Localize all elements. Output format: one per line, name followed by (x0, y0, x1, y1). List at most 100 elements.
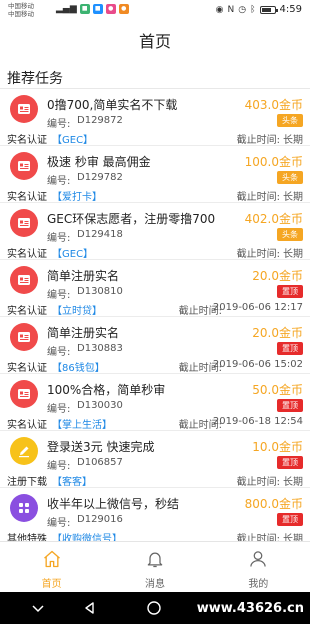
task-title: 0撸700,简单实名不下载 (47, 98, 178, 112)
task-title: 简单注册实名 (47, 326, 120, 340)
status-bar: 中国移动 中国移动 ▂▄▆ ■ ■ ● ● ◉ N ◷ ᛒ 4:59 (0, 0, 310, 22)
task-merchant: 【客客】 (52, 477, 92, 488)
task-category: 实名认证 (7, 192, 47, 203)
task-title: GEC环保志愿者，注册零撸700 (47, 212, 216, 226)
task-list: 0撸700,简单实名不下载 编号: D129872 403.0金币 头条 实名认… (0, 89, 310, 545)
task-code: D129872 (77, 115, 123, 126)
grid-icon (10, 494, 38, 522)
task-tag: 头条 (277, 114, 303, 127)
task-reward: 20.0金币 (252, 269, 303, 283)
task-merchant: 【掌上生活】 (52, 420, 112, 431)
task-tag: 头条 (277, 228, 303, 241)
task-item[interactable]: 收半年以上微信号，秒结 编号: D129016 800.0金币 置顶 其他特殊 … (0, 488, 310, 545)
tab-home[interactable]: 首页 (0, 542, 103, 592)
task-category: 实名认证 (7, 306, 47, 317)
home-icon (43, 550, 60, 568)
header: 首页 (0, 22, 310, 62)
tab-label: 首页 (41, 579, 62, 590)
task-item[interactable]: 登录送3元 快速完成 编号: D106857 10.0金币 置顶 注册下载 【客… (0, 431, 310, 488)
task-item[interactable]: 极速 秒审 最高佣金 编号: D129782 100.0金币 头条 实名认证 【… (0, 146, 310, 203)
task-deadline: 2019-06-06 12:17 (212, 302, 303, 313)
task-code-label: 编号: (47, 461, 71, 472)
task-deadline: 长期 (283, 477, 303, 488)
id-card-icon (10, 323, 38, 351)
notification-icons: ▂▄▆ ■ ■ ● ● (56, 4, 129, 14)
task-reward: 402.0金币 (244, 212, 303, 226)
tab-bar: 首页 消息 我的 (0, 541, 310, 592)
battery-icon (259, 5, 278, 14)
eye-icon: ◉ (215, 4, 224, 15)
bell-icon (147, 552, 163, 568)
carrier-labels: 中国移动 中国移动 (8, 2, 34, 18)
task-category: 实名认证 (7, 363, 47, 374)
task-merchant: 【爱打卡】 (52, 192, 102, 203)
id-card-icon (10, 209, 38, 237)
task-title: 极速 秒审 最高佣金 (47, 155, 151, 169)
tab-messages[interactable]: 消息 (103, 542, 206, 592)
task-code: D130810 (77, 286, 123, 297)
task-tag: 置顶 (277, 399, 303, 412)
task-category: 实名认证 (7, 249, 47, 260)
tab-label: 我的 (248, 579, 269, 590)
task-code-label: 编号: (47, 176, 71, 187)
task-deadline: 2019-06-06 15:02 (212, 359, 303, 370)
task-code: D130030 (77, 400, 123, 411)
task-code: D129782 (77, 172, 123, 183)
id-card-icon (10, 266, 38, 294)
task-tag: 置顶 (277, 285, 303, 298)
tab-profile[interactable]: 我的 (207, 542, 310, 592)
section-title: 推荐任务 (7, 71, 63, 87)
task-item[interactable]: GEC环保志愿者，注册零撸700 编号: D129418 402.0金币 头条 … (0, 203, 310, 260)
task-reward: 50.0金币 (252, 383, 303, 397)
carrier-2: 中国移动 (8, 10, 34, 18)
back-icon[interactable] (82, 600, 98, 616)
app-notify-icon: ■ (92, 4, 103, 14)
task-merchant: 【86钱包】 (52, 363, 105, 374)
task-reward: 10.0金币 (252, 440, 303, 454)
id-card-icon (10, 95, 38, 123)
task-deadline: 长期 (283, 192, 303, 203)
task-code: D130883 (77, 343, 123, 354)
task-category: 实名认证 (7, 420, 47, 431)
task-code: D106857 (77, 457, 123, 468)
task-deadline-label: 截止时间: (236, 249, 280, 260)
id-card-icon (10, 152, 38, 180)
nfc-icon: N (227, 4, 235, 15)
tab-label: 消息 (144, 579, 165, 590)
chevron-down-icon[interactable] (30, 600, 46, 616)
task-code: D129418 (77, 229, 123, 240)
task-item[interactable]: 100%合格，简单秒审 编号: D130030 50.0金币 置顶 实名认证 【… (0, 374, 310, 431)
id-card-icon (10, 380, 38, 408)
task-title: 登录送3元 快速完成 (47, 440, 155, 454)
task-title: 100%合格，简单秒审 (47, 383, 166, 397)
task-deadline-label: 截止时间: (236, 192, 280, 203)
task-item[interactable]: 简单注册实名 编号: D130810 20.0金币 置顶 实名认证 【立时贷】 … (0, 260, 310, 317)
pencil-icon (10, 437, 38, 465)
home-circle-icon[interactable] (146, 600, 162, 616)
task-item[interactable]: 0撸700,简单实名不下载 编号: D129872 403.0金币 头条 实名认… (0, 89, 310, 146)
task-reward: 800.0金币 (244, 497, 303, 511)
task-merchant: 【立时贷】 (52, 306, 102, 317)
task-tag: 置顶 (277, 456, 303, 469)
task-tag: 头条 (277, 171, 303, 184)
system-status: ◉ N ◷ ᛒ 4:59 (216, 4, 302, 15)
page-title: 首页 (138, 32, 171, 51)
task-reward: 403.0金币 (244, 98, 303, 112)
bluetooth-icon: ᛒ (250, 4, 256, 15)
task-reward: 100.0金币 (244, 155, 303, 169)
user-icon (250, 551, 267, 567)
task-code-label: 编号: (47, 518, 71, 529)
task-item[interactable]: 简单注册实名 编号: D130883 20.0金币 置顶 实名认证 【86钱包】… (0, 317, 310, 374)
clock: 4:59 (279, 4, 302, 15)
carrier-1: 中国移动 (8, 2, 34, 10)
task-deadline: 长期 (283, 249, 303, 260)
alarm-icon: ◷ (238, 4, 247, 15)
task-deadline: 2019-06-18 12:54 (212, 416, 303, 427)
system-nav-bar: www.43626.cn (0, 592, 310, 624)
task-code-label: 编号: (47, 119, 71, 130)
task-category: 注册下载 (7, 477, 47, 488)
task-merchant: 【GEC】 (52, 249, 94, 260)
watermark: www.43626.cn (196, 601, 304, 616)
signal-icon: ▂▄▆ (56, 4, 77, 14)
task-title: 简单注册实名 (47, 269, 120, 283)
